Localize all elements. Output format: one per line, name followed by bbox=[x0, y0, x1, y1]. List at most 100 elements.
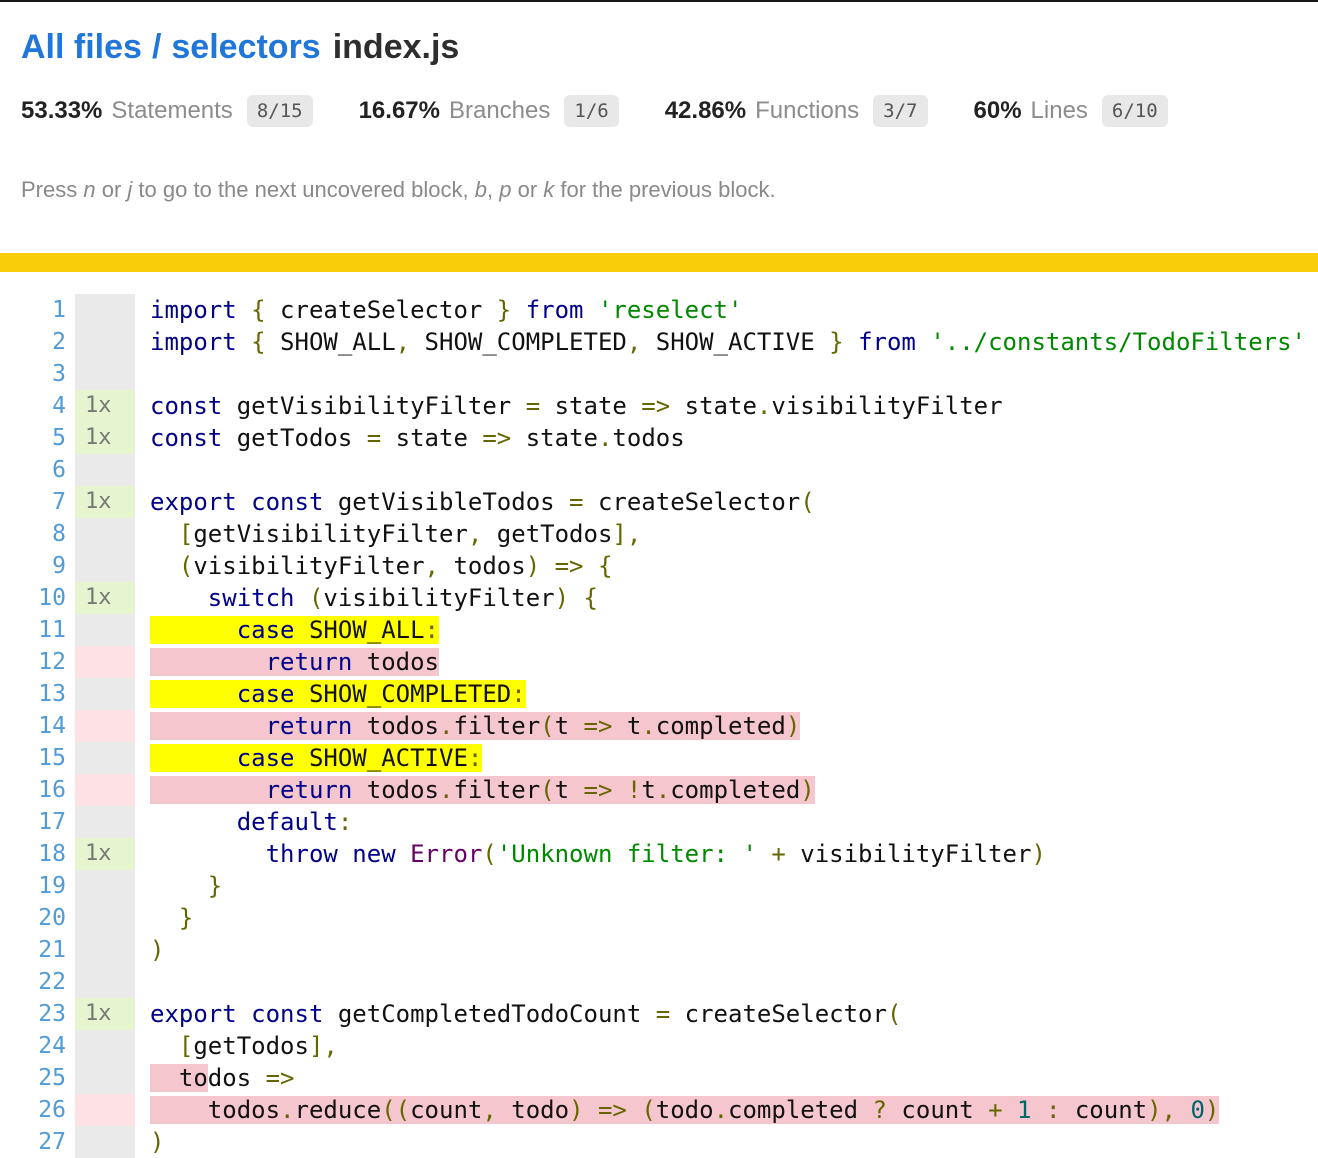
keyboard-hint: Press n or j to go to the next uncovered… bbox=[21, 177, 1298, 203]
metric-fraction-badge: 6/10 bbox=[1102, 95, 1168, 127]
coverage-count bbox=[75, 678, 135, 710]
line-number[interactable]: 18 bbox=[0, 838, 66, 870]
line-number[interactable]: 8 bbox=[0, 518, 66, 550]
code-token bbox=[150, 744, 237, 772]
line-number[interactable]: 19 bbox=[0, 870, 66, 902]
coverage-count bbox=[75, 1062, 135, 1094]
code-token: ], bbox=[309, 1032, 338, 1060]
code-token bbox=[150, 1032, 179, 1060]
breadcrumb-all-files-link[interactable]: All files bbox=[21, 28, 142, 66]
code-token: dos bbox=[208, 1064, 266, 1092]
code-token bbox=[150, 872, 208, 900]
code-line-row: 2import { SHOW_ALL, SHOW_COMPLETED, SHOW… bbox=[0, 326, 1318, 358]
line-number[interactable]: 13 bbox=[0, 678, 66, 710]
code-line: import { createSelector } from 'reselect… bbox=[150, 294, 742, 326]
line-number[interactable]: 23 bbox=[0, 998, 66, 1030]
code-token: => bbox=[598, 1096, 627, 1124]
code-token: [ bbox=[179, 520, 193, 548]
report-header: All files/selectorsindex.js 53.33% State… bbox=[0, 2, 1318, 203]
code-line-row: 51xconst getTodos = state => state.todos bbox=[0, 422, 1318, 454]
coverage-metrics: 53.33% Statements 8/15 16.67% Branches 1… bbox=[21, 95, 1298, 127]
hint-text: or bbox=[96, 177, 128, 202]
code-token: return bbox=[266, 776, 353, 804]
metric-label: Lines bbox=[1031, 97, 1088, 125]
line-number[interactable]: 6 bbox=[0, 454, 66, 486]
code-token: const bbox=[251, 488, 323, 516]
code-line: ) bbox=[150, 934, 164, 966]
code-token: : bbox=[511, 680, 525, 708]
code-token: ) bbox=[569, 1096, 583, 1124]
code-token: getVisibleTodos bbox=[323, 488, 569, 516]
code-token: visibilityFilter bbox=[193, 552, 424, 580]
code-token: todos bbox=[352, 712, 439, 740]
code-token: visibilityFilter bbox=[323, 584, 554, 612]
line-number[interactable]: 20 bbox=[0, 902, 66, 934]
line-number[interactable]: 1 bbox=[0, 294, 66, 326]
code-token: const bbox=[150, 424, 222, 452]
code-token: ) bbox=[150, 936, 164, 964]
breadcrumb-folder-link[interactable]: selectors bbox=[171, 28, 320, 66]
hint-text: or bbox=[511, 177, 543, 202]
line-number[interactable]: 25 bbox=[0, 1062, 66, 1094]
code-token: SHOW_ALL bbox=[295, 616, 425, 644]
metric-functions: 42.86% Functions 3/7 bbox=[665, 95, 928, 127]
code-token: completed bbox=[656, 712, 786, 740]
code-line-row: 16 return todos.filter(t => !t.completed… bbox=[0, 774, 1318, 806]
code-line: (visibilityFilter, todos) => { bbox=[150, 550, 612, 582]
coverage-count: 1x bbox=[75, 998, 135, 1030]
code-line-row: 3 bbox=[0, 358, 1318, 390]
line-number[interactable]: 27 bbox=[0, 1126, 66, 1158]
coverage-count bbox=[75, 454, 135, 486]
line-number[interactable]: 5 bbox=[0, 422, 66, 454]
line-number[interactable]: 16 bbox=[0, 774, 66, 806]
code-token: filter bbox=[453, 776, 540, 804]
line-number[interactable]: 3 bbox=[0, 358, 66, 390]
code-token: 'reselect' bbox=[598, 296, 743, 324]
line-number[interactable]: 12 bbox=[0, 646, 66, 678]
line-number[interactable]: 21 bbox=[0, 934, 66, 966]
code-token bbox=[396, 840, 410, 868]
line-number[interactable]: 4 bbox=[0, 390, 66, 422]
code-line: todos => bbox=[150, 1062, 295, 1094]
code-token bbox=[844, 328, 858, 356]
coverage-count bbox=[75, 1094, 135, 1126]
coverage-count: 1x bbox=[75, 390, 135, 422]
line-number[interactable]: 17 bbox=[0, 806, 66, 838]
code-token: t bbox=[612, 712, 641, 740]
code-token: . bbox=[280, 1096, 294, 1124]
metric-percentage: 16.67% bbox=[359, 97, 440, 125]
line-number[interactable]: 11 bbox=[0, 614, 66, 646]
code-token bbox=[1003, 1096, 1017, 1124]
code-token: } bbox=[179, 904, 193, 932]
line-number[interactable]: 24 bbox=[0, 1030, 66, 1062]
code-line: } bbox=[150, 870, 222, 902]
code-line-row: 231xexport const getCompletedTodoCount =… bbox=[0, 998, 1318, 1030]
coverage-count bbox=[75, 806, 135, 838]
line-number[interactable]: 2 bbox=[0, 326, 66, 358]
hint-key: n bbox=[83, 177, 95, 202]
code-token: completed bbox=[728, 1096, 873, 1124]
code-token: ( bbox=[179, 552, 193, 580]
line-number[interactable]: 22 bbox=[0, 966, 66, 998]
code-line: default: bbox=[150, 806, 352, 838]
line-number[interactable]: 26 bbox=[0, 1094, 66, 1126]
code-line-row: 15 case SHOW_ACTIVE: bbox=[0, 742, 1318, 774]
hint-key: p bbox=[499, 177, 511, 202]
code-token bbox=[584, 296, 598, 324]
code-token: : bbox=[425, 616, 439, 644]
code-token: { bbox=[251, 328, 265, 356]
code-line-row: 41xconst getVisibilityFilter = state => … bbox=[0, 390, 1318, 422]
code-token: , bbox=[627, 328, 641, 356]
line-number[interactable]: 7 bbox=[0, 486, 66, 518]
code-line: [getVisibilityFilter, getTodos], bbox=[150, 518, 641, 550]
coverage-count bbox=[75, 1030, 135, 1062]
code-token bbox=[627, 1096, 641, 1124]
line-number[interactable]: 10 bbox=[0, 582, 66, 614]
line-number[interactable]: 15 bbox=[0, 742, 66, 774]
code-line-row: 181x throw new Error('Unknown filter: ' … bbox=[0, 838, 1318, 870]
code-token bbox=[584, 552, 598, 580]
code-token: todos bbox=[439, 552, 526, 580]
line-number[interactable]: 14 bbox=[0, 710, 66, 742]
line-number[interactable]: 9 bbox=[0, 550, 66, 582]
code-token: t bbox=[555, 776, 584, 804]
